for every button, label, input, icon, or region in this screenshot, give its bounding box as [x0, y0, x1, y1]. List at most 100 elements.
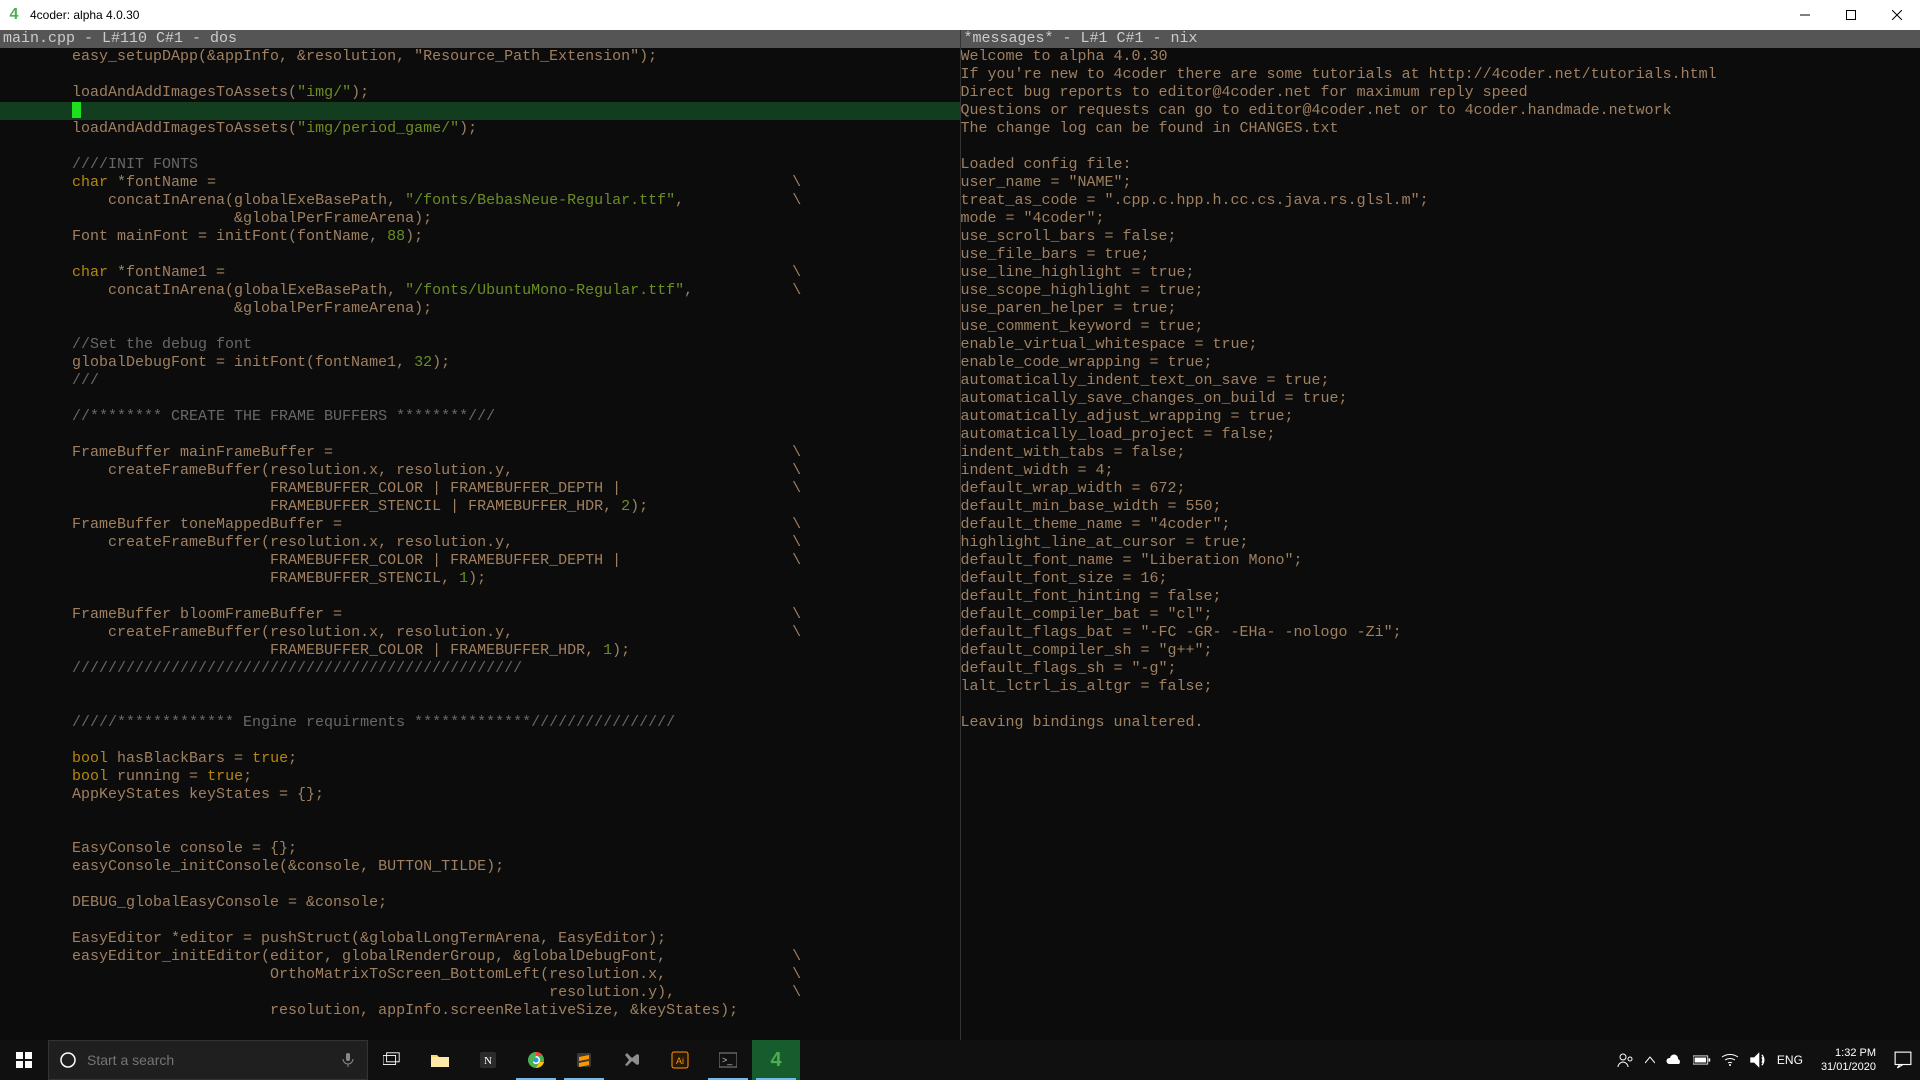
code-line[interactable]: /////************* Engine requirments **…: [0, 714, 960, 732]
code-line[interactable]: ////INIT FONTS: [0, 156, 960, 174]
code-line[interactable]: bool hasBlackBars = true;: [0, 750, 960, 768]
message-line: mode = "4coder";: [961, 210, 1920, 228]
code-line[interactable]: ////////////////////////////////////////…: [0, 660, 960, 678]
code-line[interactable]: //******** CREATE THE FRAME BUFFERS ****…: [0, 408, 960, 426]
editor-area: main.cpp - L#110 C#1 - dos easy_setupDAp…: [0, 30, 1920, 1040]
taskbar-app-chrome[interactable]: [512, 1040, 560, 1080]
code-line[interactable]: [0, 318, 960, 336]
code-line[interactable]: concatInArena(globalExeBasePath, "/fonts…: [0, 282, 960, 300]
code-line[interactable]: resolution, appInfo.screenRelativeSize, …: [0, 1002, 960, 1020]
code-line[interactable]: FRAMEBUFFER_STENCIL | FRAMEBUFFER_HDR, 2…: [0, 498, 960, 516]
code-editor[interactable]: easy_setupDApp(&appInfo, &resolution, "R…: [0, 48, 960, 1040]
code-line[interactable]: concatInArena(globalExeBasePath, "/fonts…: [0, 192, 960, 210]
code-line[interactable]: Font mainFont = initFont(fontName, 88);: [0, 228, 960, 246]
code-line[interactable]: [0, 696, 960, 714]
code-line[interactable]: [0, 66, 960, 84]
code-line[interactable]: char *fontName = \: [0, 174, 960, 192]
code-line[interactable]: [0, 426, 960, 444]
code-line[interactable]: createFrameBuffer(resolution.x, resoluti…: [0, 462, 960, 480]
message-line: automatically_save_changes_on_build = tr…: [961, 390, 1920, 408]
taskbar-app-notion[interactable]: N: [464, 1040, 512, 1080]
message-line: treat_as_code = ".cpp.c.hpp.h.cc.cs.java…: [961, 192, 1920, 210]
clock[interactable]: 1:32 PM 31/01/2020: [1813, 1046, 1884, 1074]
code-line[interactable]: FRAMEBUFFER_STENCIL, 1);: [0, 570, 960, 588]
code-line[interactable]: [0, 246, 960, 264]
code-line[interactable]: bool running = true;: [0, 768, 960, 786]
maximize-button[interactable]: [1828, 0, 1874, 30]
taskbar-app-explorer[interactable]: [416, 1040, 464, 1080]
message-line: user_name = "NAME";: [961, 174, 1920, 192]
taskbar-app-vs[interactable]: [608, 1040, 656, 1080]
search-box[interactable]: [48, 1040, 368, 1080]
code-line[interactable]: resolution.y), \: [0, 984, 960, 1002]
people-icon[interactable]: [1617, 1051, 1635, 1069]
onedrive-icon[interactable]: [1665, 1051, 1683, 1069]
notion-icon: N: [479, 1051, 497, 1069]
message-line: highlight_line_at_cursor = true;: [961, 534, 1920, 552]
microphone-icon[interactable]: [339, 1051, 357, 1069]
code-line[interactable]: [0, 804, 960, 822]
code-line[interactable]: &globalPerFrameArena);: [0, 300, 960, 318]
task-view-icon: [383, 1051, 401, 1069]
code-line[interactable]: //Set the debug font: [0, 336, 960, 354]
svg-text:>_: >_: [722, 1055, 733, 1065]
language-indicator[interactable]: ENG: [1777, 1053, 1803, 1067]
code-line[interactable]: [0, 876, 960, 894]
task-view-button[interactable]: [368, 1040, 416, 1080]
code-line[interactable]: [0, 138, 960, 156]
code-line[interactable]: FRAMEBUFFER_COLOR | FRAMEBUFFER_DEPTH | …: [0, 480, 960, 498]
code-line[interactable]: [0, 912, 960, 930]
taskbar-app-sublime[interactable]: [560, 1040, 608, 1080]
close-button[interactable]: [1874, 0, 1920, 30]
battery-icon[interactable]: [1693, 1051, 1711, 1069]
action-center-icon[interactable]: [1894, 1051, 1912, 1069]
code-line[interactable]: [0, 390, 960, 408]
code-line[interactable]: loadAndAddImagesToAssets("img/period_gam…: [0, 120, 960, 138]
messages-buffer[interactable]: Welcome to alpha 4.0.30If you're new to …: [961, 48, 1920, 1040]
code-line[interactable]: OrthoMatrixToScreen_BottomLeft(resolutio…: [0, 966, 960, 984]
window-titlebar: 4 4coder: alpha 4.0.30: [0, 0, 1920, 30]
code-line[interactable]: EasyEditor *editor = pushStruct(&globalL…: [0, 930, 960, 948]
start-button[interactable]: [0, 1040, 48, 1080]
4coder-icon: 4: [770, 1049, 781, 1072]
volume-icon[interactable]: [1749, 1051, 1767, 1069]
taskbar-app-4coder[interactable]: 4: [752, 1040, 800, 1080]
message-line: use_file_bars = true;: [961, 246, 1920, 264]
code-line[interactable]: DEBUG_globalEasyConsole = &console;: [0, 894, 960, 912]
code-line[interactable]: FrameBuffer toneMappedBuffer = \: [0, 516, 960, 534]
message-line: automatically_load_project = false;: [961, 426, 1920, 444]
code-line[interactable]: createFrameBuffer(resolution.x, resoluti…: [0, 534, 960, 552]
code-line[interactable]: globalDebugFont = initFont(fontName1, 32…: [0, 354, 960, 372]
search-input[interactable]: [87, 1052, 329, 1068]
code-line[interactable]: FRAMEBUFFER_COLOR | FRAMEBUFFER_HDR, 1);: [0, 642, 960, 660]
code-line[interactable]: FRAMEBUFFER_COLOR | FRAMEBUFFER_DEPTH | …: [0, 552, 960, 570]
code-line[interactable]: AppKeyStates keyStates = {};: [0, 786, 960, 804]
code-line[interactable]: easyEditor_initEditor(editor, globalRend…: [0, 948, 960, 966]
code-line[interactable]: EasyConsole console = {};: [0, 840, 960, 858]
sublime-icon: [575, 1051, 593, 1069]
code-line[interactable]: [0, 732, 960, 750]
taskbar-app-terminal[interactable]: >_: [704, 1040, 752, 1080]
code-line[interactable]: easyConsole_initConsole(&console, BUTTON…: [0, 858, 960, 876]
code-line[interactable]: &globalPerFrameArena);: [0, 210, 960, 228]
code-line[interactable]: ///: [0, 372, 960, 390]
code-line[interactable]: easy_setupDApp(&appInfo, &resolution, "R…: [0, 48, 960, 66]
message-line: default_compiler_sh = "g++";: [961, 642, 1920, 660]
right-pane-header: *messages* - L#1 C#1 - nix: [961, 30, 1920, 48]
message-line: use_paren_helper = true;: [961, 300, 1920, 318]
minimize-button[interactable]: [1782, 0, 1828, 30]
tray-expand-icon[interactable]: [1645, 1051, 1655, 1069]
code-line[interactable]: char *fontName1 = \: [0, 264, 960, 282]
code-line[interactable]: loadAndAddImagesToAssets("img/");: [0, 84, 960, 102]
code-line[interactable]: createFrameBuffer(resolution.x, resoluti…: [0, 624, 960, 642]
code-line[interactable]: [0, 588, 960, 606]
code-line[interactable]: [0, 822, 960, 840]
clock-time: 1:32 PM: [1821, 1046, 1876, 1060]
code-line[interactable]: [0, 678, 960, 696]
code-line[interactable]: FrameBuffer mainFrameBuffer = \: [0, 444, 960, 462]
taskbar-app-illustrator[interactable]: Ai: [656, 1040, 704, 1080]
code-line[interactable]: FrameBuffer bloomFrameBuffer = \: [0, 606, 960, 624]
code-line[interactable]: [0, 102, 960, 120]
message-line: default_wrap_width = 672;: [961, 480, 1920, 498]
wifi-icon[interactable]: [1721, 1051, 1739, 1069]
